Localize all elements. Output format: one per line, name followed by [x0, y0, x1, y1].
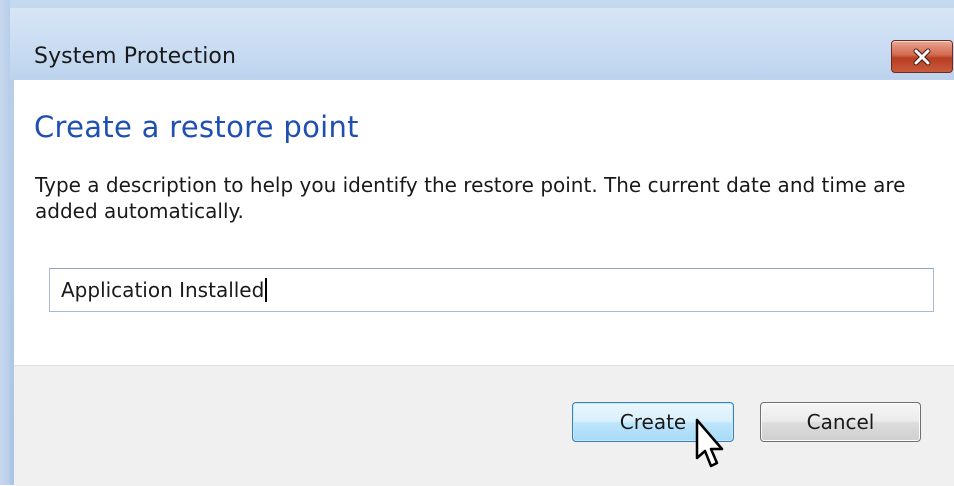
- restore-point-description-input[interactable]: Application Installed: [49, 268, 934, 312]
- close-button[interactable]: [891, 40, 953, 73]
- page-title: Create a restore point: [34, 110, 359, 144]
- input-value-text: Application Installed: [61, 278, 265, 302]
- title-bar[interactable]: System Protection: [10, 8, 954, 80]
- cancel-button[interactable]: Cancel: [760, 402, 921, 442]
- text-caret: [265, 278, 268, 302]
- mouse-pointer-icon: [695, 418, 724, 468]
- close-x-icon: [913, 48, 931, 65]
- description-text: Type a description to help you identify …: [35, 173, 906, 223]
- create-button-label: Create: [619, 410, 687, 434]
- window-border: [0, 0, 10, 485]
- cancel-button-label: Cancel: [806, 410, 875, 434]
- input-value: Application Installed: [61, 278, 268, 302]
- window-title: System Protection: [34, 44, 237, 69]
- dialog-content: Create a restore point Type a descriptio…: [14, 80, 954, 365]
- dialog-footer: Create Cancel: [14, 365, 954, 486]
